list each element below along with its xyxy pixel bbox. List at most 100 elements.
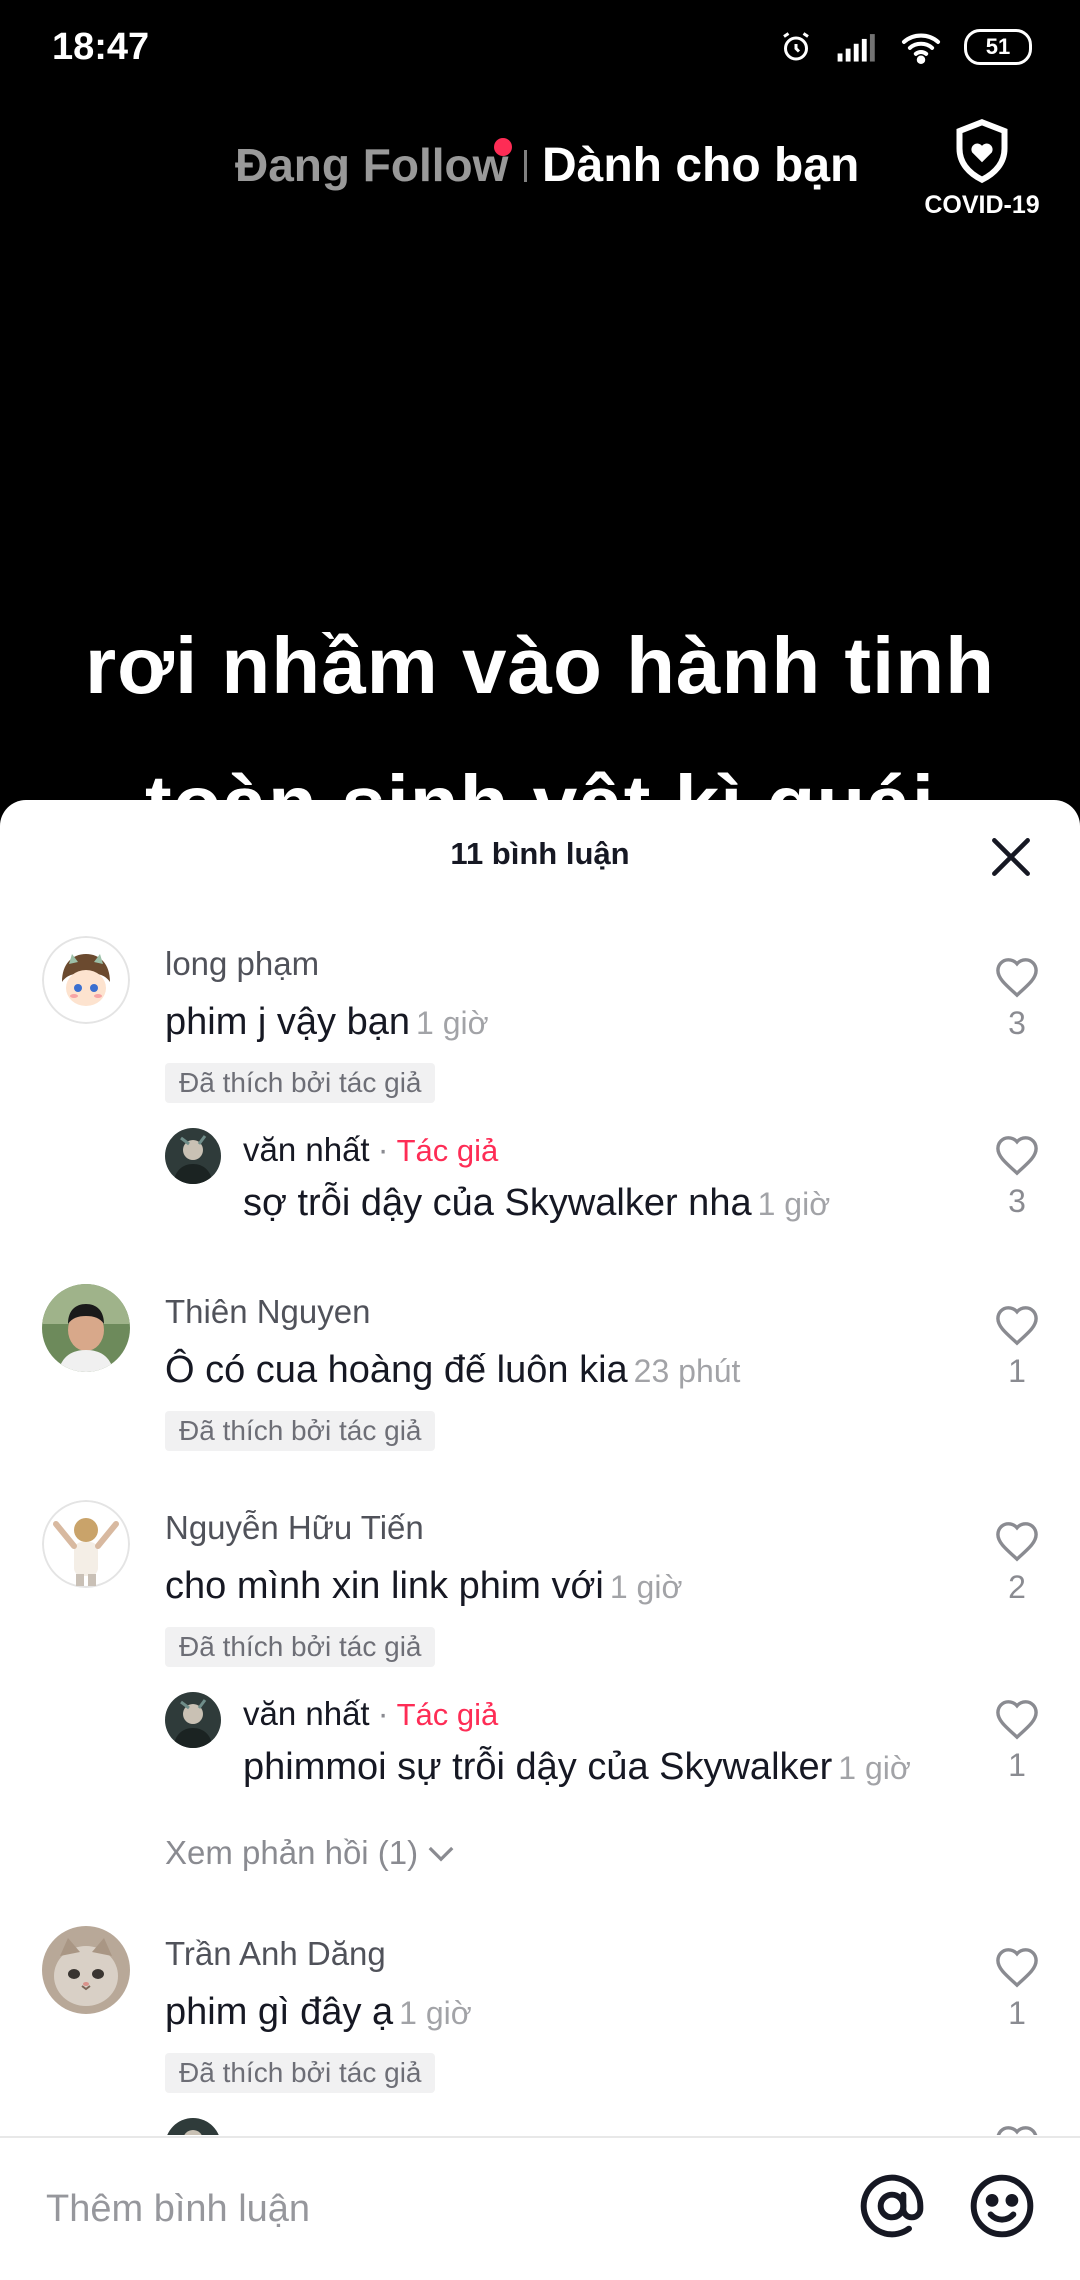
signal-icon (837, 34, 875, 62)
author-tag: Tác giả (396, 1697, 499, 1732)
tab-following[interactable]: Đang Follow (235, 138, 508, 192)
comment-body: Trần Anh Dăng phim gì đây ạ1 giờ Đã thíc… (165, 1934, 960, 2093)
heart-icon (996, 1522, 1038, 1562)
comment-username[interactable]: Trần Anh Dăng (165, 1934, 960, 1974)
comment-text-content: phimmoi sự trỗi dậy của Skywalker (243, 1746, 833, 1788)
feed-tabs: Đang Follow Dành cho bạn (0, 138, 1080, 198)
like-button[interactable]: 1 (982, 1304, 1052, 1390)
like-count: 2 (1008, 1569, 1026, 1605)
covid-label: COVID-19 (924, 191, 1040, 219)
comment-text[interactable]: phim j vậy bạn 1 giờ (165, 998, 960, 1047)
battery-indicator: 51 (964, 29, 1032, 65)
shield-heart-icon (956, 119, 1008, 184)
comment-username[interactable]: Nguyễn Hữu Tiến (165, 1508, 960, 1548)
comment-time: 1 giờ (838, 1750, 911, 1786)
comment-time: 1 giờ (757, 1186, 831, 1222)
avatar-image (42, 1926, 130, 2014)
like-button[interactable]: 1 (982, 1946, 1052, 2032)
view-replies-label: Xem phản hồi (1) (165, 1834, 419, 1871)
liked-by-author-badge: Đã thích bởi tác giả (165, 2053, 436, 2093)
close-button[interactable] (986, 832, 1036, 882)
comment-text[interactable]: sợ trỗi dậy của Skywalker nha 1 giờ (243, 1179, 960, 1228)
comment-text-content: phim gì đây ạ (165, 1991, 394, 2033)
comment-time: 1 giờ (416, 1005, 489, 1041)
comments-sheet: long phạm phim j vậy bạn 1 giờ Đã thích b… (0, 800, 1080, 2280)
comment-username-row: văn nhất · Tác giả (243, 1694, 960, 1735)
comment-username[interactable]: Thiên Nguyen (165, 1292, 960, 1332)
heart-icon (996, 1948, 1038, 1988)
comment-username[interactable]: long phạm (165, 944, 960, 984)
battery-level: 51 (985, 34, 1011, 59)
view-replies-button[interactable]: Xem phản hồi (1) (165, 1834, 456, 1872)
comment-text[interactable]: phimmoi sự trỗi dậy của Skywalker 1 giờ (243, 1743, 960, 1792)
avatar[interactable] (42, 1500, 130, 1588)
heart-icon (996, 1700, 1038, 1740)
comment-input[interactable] (44, 2178, 808, 2240)
like-count: 1 (1008, 1995, 1026, 2031)
emoji-button[interactable] (968, 2172, 1036, 2240)
comment-text-content: cho mình xin link phim với (165, 1565, 604, 1607)
avatar[interactable] (42, 936, 130, 1024)
comment-text-content: sợ trỗi dậy của Skywalker nha (243, 1182, 752, 1224)
like-count: 3 (1008, 1005, 1026, 1041)
like-count: 1 (1008, 1747, 1026, 1783)
heart-icon (996, 958, 1038, 998)
avatar[interactable] (42, 1926, 130, 2014)
author-tag: Tác giả (396, 1133, 499, 1168)
heart-icon (996, 1136, 1038, 1176)
avatar-image (165, 1128, 221, 1184)
avatar-image (165, 2118, 221, 2135)
like-button[interactable]: 3 (982, 1134, 1052, 1220)
liked-by-author-badge: Đã thích bởi tác giả (165, 1063, 436, 1103)
comments-list[interactable]: long phạm phim j vậy bạn 1 giờ Đã thích b… (0, 800, 1080, 2135)
avatar[interactable] (165, 1692, 221, 1748)
like-button[interactable]: 1 (982, 1698, 1052, 1784)
covid-button[interactable]: COVID-19 (920, 118, 1044, 220)
avatar[interactable] (165, 1128, 221, 1184)
emoji-icon (970, 2174, 1034, 2238)
comment-body: văn nhất · Tác giả sợ trỗi dậy của Skywalk… (243, 1130, 960, 1228)
avatar-image (42, 1284, 130, 1372)
at-sign-icon (860, 2174, 924, 2238)
tab-for-you[interactable]: Dành cho bạn (542, 138, 859, 193)
alarm-icon (783, 32, 809, 61)
comment-text-content: Ô có cua hoàng đế luôn kia (165, 1349, 628, 1391)
like-count: 3 (1008, 1183, 1026, 1219)
comment-username-row: văn nhất · Tác giả (243, 1130, 960, 1171)
comment-username[interactable]: văn nhất (243, 1131, 370, 1168)
tab-divider (524, 150, 527, 182)
comment-time: 23 phút (633, 1353, 741, 1389)
comment-time: 1 giờ (609, 1569, 683, 1605)
avatar[interactable] (42, 1284, 130, 1372)
comment-input-bar (0, 2136, 1080, 2280)
avatar[interactable] (165, 2118, 221, 2135)
avatar-image (165, 1692, 221, 1748)
comment-text[interactable]: cho mình xin link phim với 1 giờ (165, 1562, 960, 1611)
new-content-dot (494, 138, 512, 156)
comment-username[interactable]: văn nhất (243, 1695, 370, 1732)
comment-body: Thiên Nguyen Ô có cua hoàng đế luôn kia 2… (165, 1292, 960, 1451)
comment-body: Nguyễn Hữu Tiến cho mình xin link phim v… (165, 1508, 960, 1667)
close-icon (992, 838, 1030, 876)
status-time: 18:47 (52, 26, 150, 68)
wifi-icon (901, 33, 941, 64)
comment-text[interactable]: phim gì đây ạ1 giờ (165, 1988, 960, 2037)
separator-dot: · (377, 1131, 389, 1168)
like-count: 1 (1008, 1353, 1026, 1389)
status-bar: 18:47 51 (0, 0, 1080, 96)
mention-button[interactable] (858, 2172, 926, 2240)
comment-text-content: phim j vậy bạn (165, 1001, 411, 1043)
comment-text[interactable]: Ô có cua hoàng đế luôn kia 23 phút (165, 1346, 960, 1395)
like-button[interactable] (982, 2124, 1052, 2135)
like-button[interactable]: 3 (982, 956, 1052, 1042)
comment-time: 1 giờ (399, 1995, 472, 2031)
like-button[interactable]: 2 (982, 1520, 1052, 1606)
separator-dot: · (377, 1695, 389, 1732)
liked-by-author-badge: Đã thích bởi tác giả (165, 1411, 436, 1451)
video-caption-line-1: rơi nhầm vào hành tinh (84, 621, 996, 710)
avatar-image (42, 936, 130, 1024)
liked-by-author-badge: Đã thích bởi tác giả (165, 1627, 436, 1667)
heart-icon (996, 1306, 1038, 1346)
heart-icon (996, 2126, 1038, 2135)
status-icons: 51 (778, 22, 1032, 72)
